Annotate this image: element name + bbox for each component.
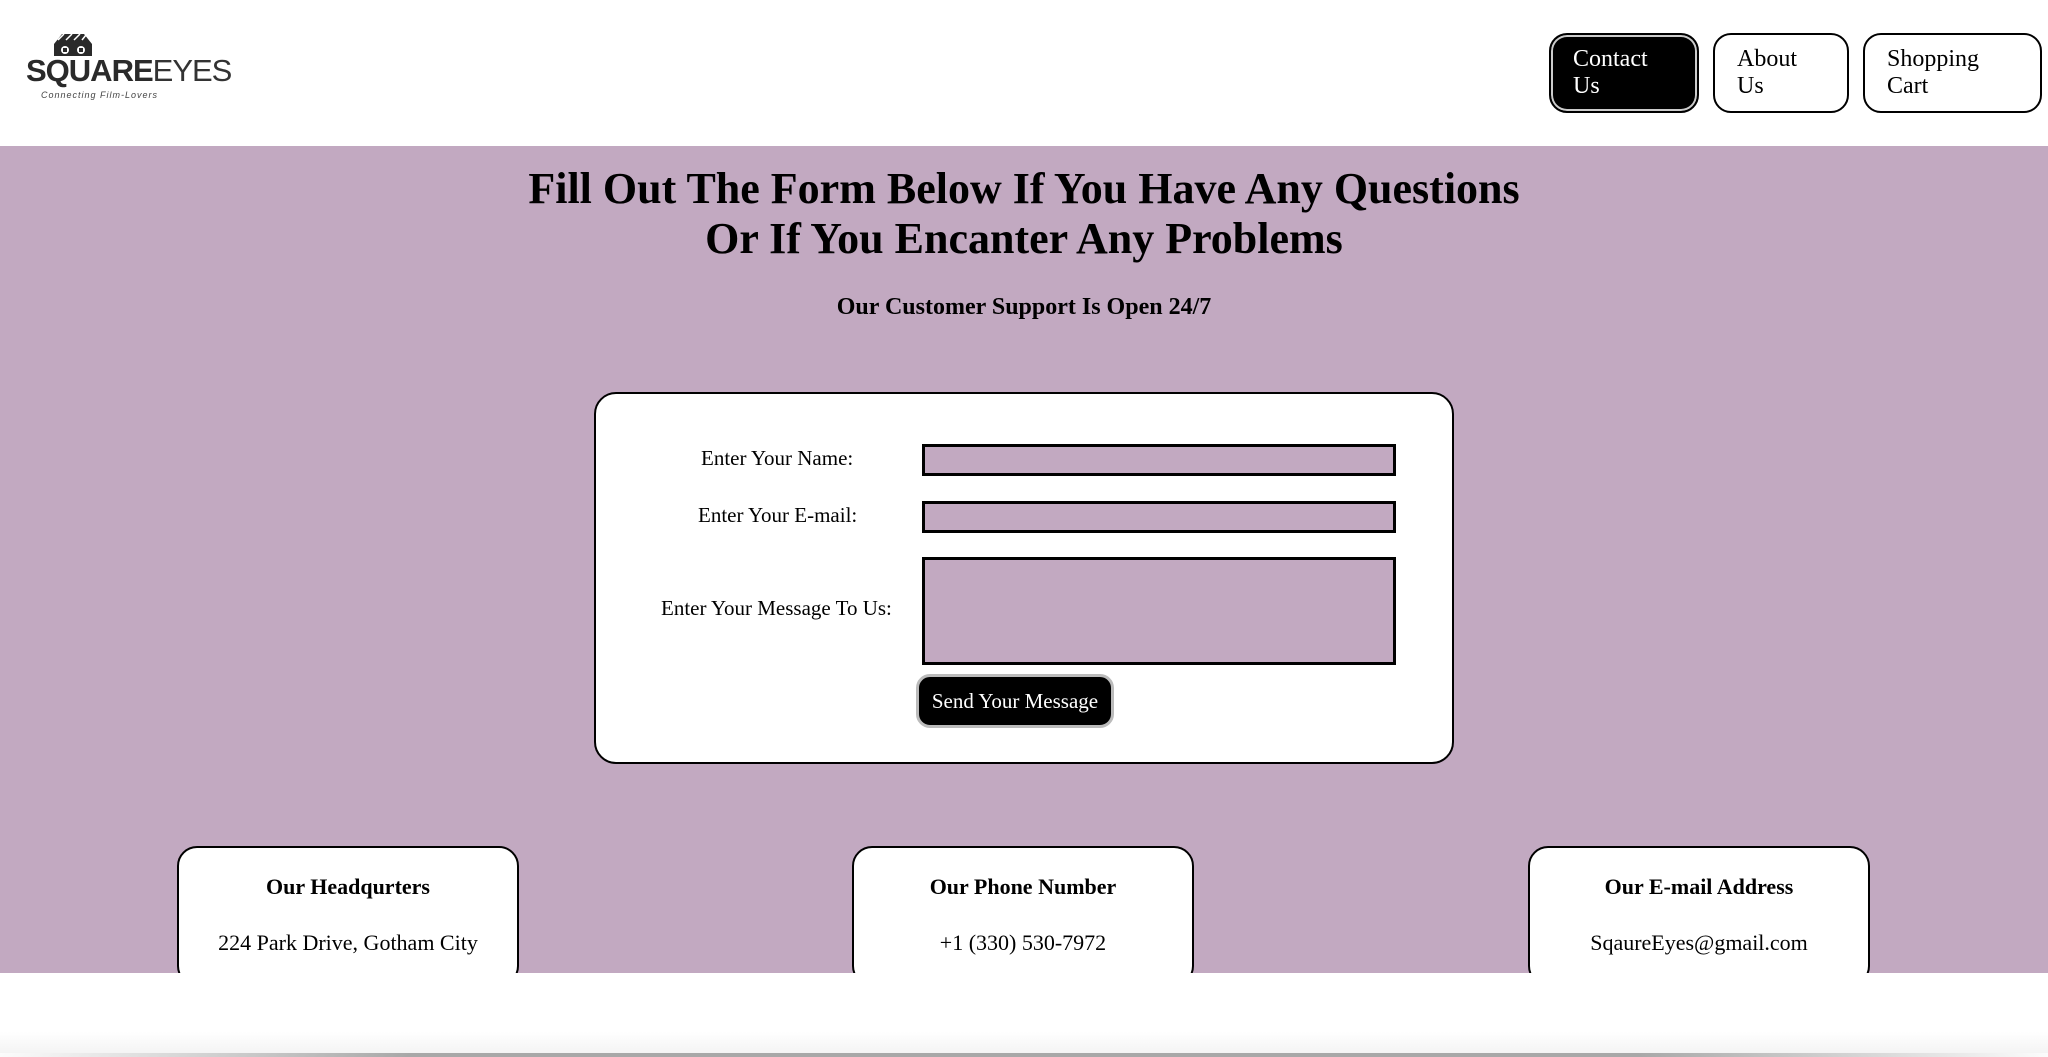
contact-section: Fill Out The Form Below If You Have Any … bbox=[0, 146, 2048, 986]
headline-line-2: Or If You Encanter Any Problems bbox=[705, 214, 1343, 263]
headquarters-address: 224 Park Drive, Gotham City bbox=[218, 930, 478, 955]
brand-tagline: Connecting Film-Lovers bbox=[41, 90, 159, 100]
brand-name-bold: SQUARE bbox=[26, 53, 154, 88]
site-logo[interactable]: SQUAREEYES Connecting Film-Lovers bbox=[26, 30, 232, 106]
brand-name-thin: EYES bbox=[152, 53, 233, 88]
name-input[interactable] bbox=[922, 444, 1396, 476]
message-textarea[interactable] bbox=[922, 557, 1396, 665]
main-nav: Contact Us About Us Shopping Cart bbox=[1549, 33, 2042, 113]
headquarters-card: Our Headqurters 224 Park Drive, Gotham C… bbox=[177, 846, 519, 986]
name-label: Enter Your Name: bbox=[701, 446, 854, 470]
phone-number[interactable]: +1 (330) 530-7972 bbox=[854, 930, 1192, 956]
email-address[interactable]: SqaureEyes@gmail.com bbox=[1530, 930, 1868, 956]
headline-line-1: Fill Out The Form Below If You Have Any … bbox=[528, 164, 1520, 213]
nav-about-button[interactable]: About Us bbox=[1713, 33, 1849, 113]
email-card: Our E-mail Address SqaureEyes@gmail.com bbox=[1528, 846, 1870, 986]
headquarters-title: Our Headqurters bbox=[266, 874, 430, 899]
page-subheadline: Our Customer Support Is Open 24/7 bbox=[836, 294, 1212, 320]
phone-title: Our Phone Number bbox=[929, 874, 1117, 899]
contact-form: Enter Your Name: Enter Your E-mail: Ente… bbox=[594, 392, 1454, 764]
message-label: Enter Your Message To Us: bbox=[661, 596, 892, 620]
send-message-button[interactable]: Send Your Message bbox=[916, 674, 1114, 728]
page-headline: Fill Out The Form Below If You Have Any … bbox=[0, 164, 2048, 264]
nav-contact-button[interactable]: Contact Us bbox=[1549, 33, 1699, 113]
site-footer bbox=[0, 973, 2048, 1057]
email-label: Enter Your E-mail: bbox=[698, 503, 858, 527]
nav-cart-button[interactable]: Shopping Cart bbox=[1863, 33, 2042, 113]
phone-card: Our Phone Number +1 (330) 530-7972 bbox=[852, 846, 1194, 986]
footer-divider bbox=[0, 1053, 2048, 1057]
brand-name: SQUAREEYES bbox=[26, 53, 233, 88]
site-header: SQUAREEYES Connecting Film-Lovers Contac… bbox=[0, 0, 2048, 146]
email-input[interactable] bbox=[922, 501, 1396, 533]
email-title: Our E-mail Address bbox=[1604, 874, 1794, 899]
